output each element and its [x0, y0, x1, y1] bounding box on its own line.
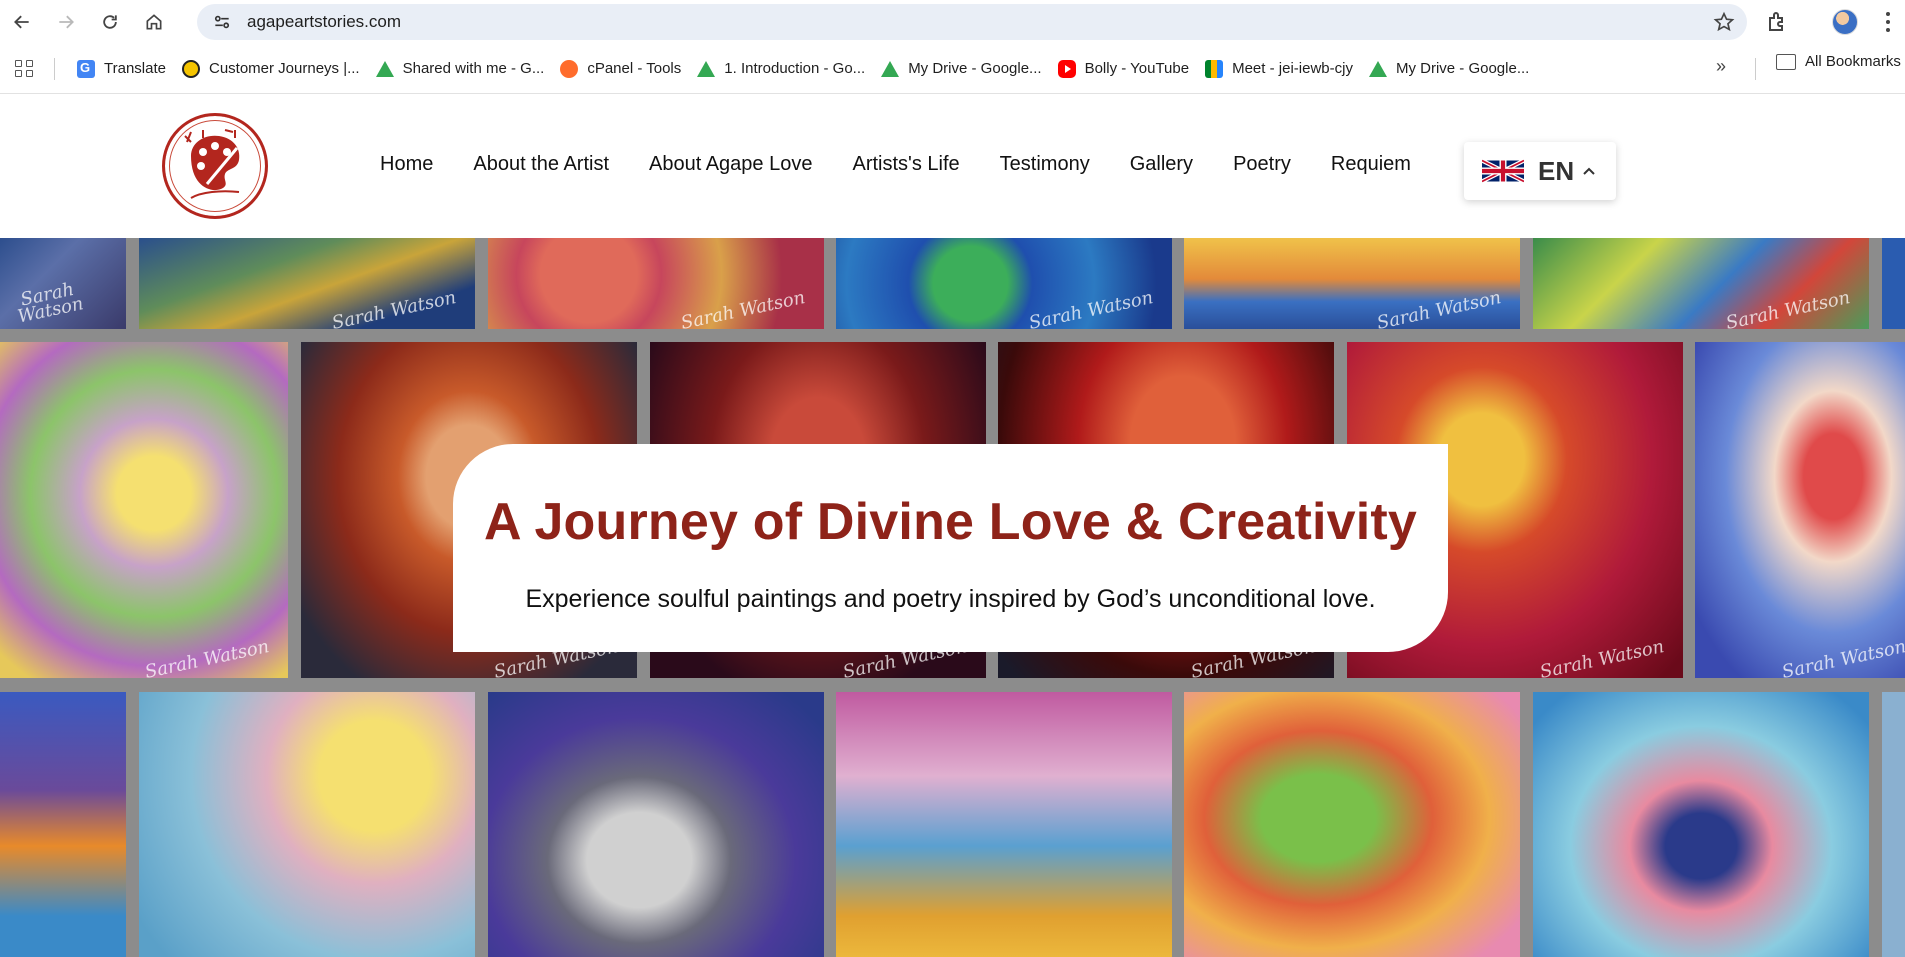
painting-tile[interactable] [1882, 692, 1905, 957]
url-text[interactable]: agapeartstories.com [247, 12, 401, 32]
painting-tile[interactable]: Sarah Watson [1695, 342, 1905, 683]
painting-tile[interactable] [1184, 692, 1520, 957]
reload-button[interactable] [88, 0, 132, 44]
bookmark-item[interactable]: Bolly - YouTube [1050, 53, 1198, 85]
bookmark-item[interactable]: 1. Introduction - Go... [689, 53, 873, 85]
bookmark-item[interactable]: Customer Journeys |... [174, 53, 368, 85]
uk-flag-icon [1482, 158, 1524, 184]
bookmark-item[interactable]: Translate [69, 53, 174, 85]
folder-icon [1776, 53, 1796, 70]
google-drive-icon [1368, 60, 1387, 77]
bookmark-star-icon[interactable] [1713, 11, 1735, 33]
browser-menu-icon[interactable] [1878, 10, 1898, 34]
apps-grid-icon[interactable] [12, 57, 36, 81]
home-button[interactable] [132, 0, 176, 44]
nav-poetry[interactable]: Poetry [1233, 153, 1291, 176]
nav-gallery[interactable]: Gallery [1130, 153, 1193, 176]
hero-message-card: A Journey of Divine Love & Creativity Ex… [453, 444, 1448, 652]
cpanel-icon [560, 59, 579, 78]
google-drive-icon [881, 60, 900, 77]
reload-icon [103, 15, 117, 29]
google-translate-icon [77, 59, 95, 78]
bookmark-item[interactable]: cPanel - Tools [552, 53, 689, 85]
bookmark-item[interactable]: My Drive - Google... [1361, 53, 1537, 85]
site-logo[interactable] [162, 113, 268, 219]
nav-about-artist[interactable]: About the Artist [473, 153, 609, 176]
back-button[interactable] [0, 0, 44, 44]
bookmarks-bar: Translate Customer Journeys |... Shared … [0, 44, 1905, 94]
hero-section: Sarah Watson Sarah Watson Sarah Watson S… [0, 238, 1905, 957]
coin-icon [181, 59, 200, 78]
nav-artists-life[interactable]: Artists's Life [852, 153, 959, 176]
hero-title: A Journey of Divine Love & Creativity [483, 493, 1418, 551]
nav-about-agape-love[interactable]: About Agape Love [649, 153, 812, 176]
palette-logo-icon [184, 129, 240, 199]
painting-tile[interactable] [836, 692, 1172, 957]
painting-tile[interactable]: Sarah Watson [1184, 238, 1520, 334]
nav-testimony[interactable]: Testimony [1000, 153, 1090, 176]
address-bar[interactable]: agapeartstories.com [197, 4, 1747, 40]
hero-subtitle: Experience soulful paintings and poetry … [525, 585, 1376, 613]
painting-tile[interactable]: Sarah Watson [1533, 238, 1869, 334]
painting-tile[interactable]: Sarah Watson [836, 238, 1172, 334]
more-bookmarks-chevron-icon[interactable]: » [1716, 56, 1726, 77]
browser-toolbar: agapeartstories.com [0, 0, 1905, 44]
youtube-icon [1057, 59, 1076, 78]
language-code: EN [1538, 155, 1575, 186]
painting-tile[interactable] [0, 692, 126, 957]
bookmark-item[interactable]: Meet - jei-iewb-cjy [1197, 53, 1361, 85]
arrow-right-icon [59, 15, 74, 29]
forward-button[interactable] [44, 0, 88, 44]
language-selector[interactable]: EN [1464, 142, 1616, 200]
painting-tile[interactable]: Sarah Watson [0, 238, 126, 329]
arrow-left-icon [14, 15, 29, 29]
painting-tile[interactable] [1533, 692, 1869, 957]
home-icon [146, 14, 162, 30]
all-bookmarks-button[interactable]: All Bookmarks [1776, 53, 1901, 70]
site-header: Home About the Artist About Agape Love A… [0, 95, 1905, 238]
site-info-icon[interactable] [205, 8, 239, 36]
painting-tile[interactable]: Sarah Watson [0, 342, 288, 683]
main-nav: Home About the Artist About Agape Love A… [380, 153, 1451, 176]
extensions-puzzle-icon[interactable] [1766, 10, 1790, 34]
google-drive-icon [375, 60, 394, 77]
painting-tile[interactable] [488, 692, 824, 957]
profile-avatar[interactable] [1832, 9, 1858, 35]
bookmarks-divider [54, 57, 55, 80]
painting-tile[interactable]: Sarah Watson [139, 238, 475, 334]
painting-tile[interactable] [1882, 238, 1905, 329]
nav-home[interactable]: Home [380, 153, 433, 176]
bookmark-item[interactable]: My Drive - Google... [873, 53, 1049, 85]
bookmarks-divider [1755, 58, 1756, 80]
chevron-up-icon [1583, 167, 1595, 175]
bookmark-item[interactable]: Shared with me - G... [368, 53, 553, 85]
google-drive-icon [697, 60, 716, 77]
google-meet-icon [1205, 59, 1224, 78]
painting-tile[interactable] [139, 692, 475, 957]
painting-tile[interactable]: Sarah Watson [488, 238, 824, 334]
nav-requiem[interactable]: Requiem [1331, 153, 1411, 176]
